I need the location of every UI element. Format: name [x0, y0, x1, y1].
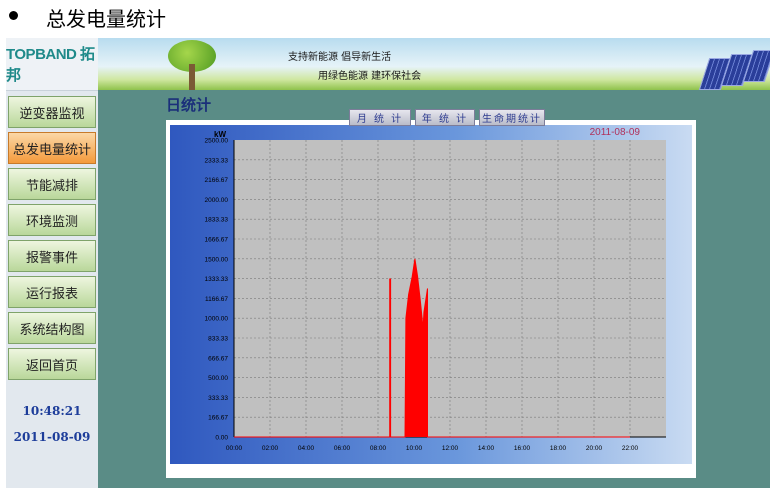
y-tick-label: 1833.33	[205, 217, 229, 224]
heading-text: 总发电量统计	[46, 7, 166, 31]
y-tick-label: 500.00	[208, 375, 228, 382]
y-tick-label: 0.00	[215, 435, 228, 442]
nav-item-total-generation[interactable]: 总发电量统计	[8, 132, 96, 164]
tab-label: 生命期统计	[482, 114, 542, 125]
page-heading: 总发电量统计	[0, 0, 774, 36]
y-tick-label: 1500.00	[205, 256, 229, 263]
banner-slogan-2: 用绿色能源 建环保社会	[318, 71, 422, 82]
y-tick-label: 833.33	[208, 336, 228, 343]
clock-time: 10:48:21	[22, 404, 82, 418]
bullet-icon	[9, 11, 18, 20]
content-title: 日统计	[166, 96, 212, 114]
clock-date: 2011-08-09	[13, 430, 91, 444]
nav-item-label: 运行报表	[25, 286, 78, 302]
x-tick-label: 04:00	[298, 445, 315, 452]
x-tick-label: 22:00	[622, 445, 639, 452]
banner: 支持新能源 倡导新生活 用绿色能源 建环保社会	[98, 38, 770, 90]
nav-item-label: 总发电量统计	[12, 142, 91, 158]
x-tick-label: 14:00	[478, 445, 495, 452]
nav-item-label: 系统结构图	[19, 322, 85, 338]
y-tick-label: 666.67	[208, 355, 228, 362]
tab-label: 年 统 计	[421, 114, 469, 125]
nav-item-home[interactable]: 返回首页	[8, 348, 96, 380]
y-tick-label: 2333.33	[205, 157, 229, 164]
nav-item-label: 节能减排	[25, 178, 78, 194]
y-tick-label: 1000.00	[205, 316, 229, 323]
nav-item-alarm-events[interactable]: 报警事件	[8, 240, 96, 272]
y-tick-label: 2000.00	[205, 197, 229, 204]
y-tick-label: 1166.67	[205, 296, 228, 303]
tab-label: 月 统 计	[356, 114, 404, 125]
y-axis-label: kW	[214, 130, 226, 139]
nav-item-label: 报警事件	[25, 250, 78, 266]
x-tick-label: 16:00	[514, 445, 531, 452]
solar-panel-icon	[698, 50, 770, 90]
tab-month-stats[interactable]: 月 统 计	[349, 109, 411, 126]
nav-item-environment[interactable]: 环境监测	[8, 204, 96, 236]
tab-lifetime-stats[interactable]: 生命期统计	[479, 109, 545, 126]
nav-item-system-diagram[interactable]: 系统结构图	[8, 312, 96, 344]
nav-item-label: 逆变器监视	[19, 106, 85, 122]
nav-item-label: 返回首页	[25, 358, 78, 374]
x-tick-label: 20:00	[586, 445, 603, 452]
logo: TOPBAND 拓邦	[6, 38, 98, 91]
app-window: TOPBAND 拓邦 逆变器监视 总发电量统计 节能减排 环境监测 报警事件 运…	[6, 38, 770, 488]
y-tick-label: 2166.67	[205, 177, 229, 184]
y-tick-label: 166.67	[208, 415, 228, 422]
chart-area: 2011-08-09 2500.00 2333.33 2166.67 2000.00 1…	[170, 125, 692, 464]
x-tick-label: 02:00	[262, 445, 279, 452]
chart-panel: 2011-08-09 2500.00 2333.33 2166.67 2000.00 1…	[166, 120, 696, 478]
x-tick-label: 00:00	[226, 445, 243, 452]
y-tick-label: 1666.67	[205, 236, 229, 243]
x-tick-label: 18:00	[550, 445, 567, 452]
x-tick-label: 08:00	[370, 445, 387, 452]
nav-item-inverter-monitor[interactable]: 逆变器监视	[8, 96, 96, 128]
nav-item-label: 环境监测	[25, 214, 78, 230]
sidebar: TOPBAND 拓邦 逆变器监视 总发电量统计 节能减排 环境监测 报警事件 运…	[6, 38, 98, 488]
daily-generation-chart: 2500.002333.332166.672000.001833.331666.…	[205, 130, 666, 452]
logo-text: TOPBAND 拓邦	[6, 46, 95, 84]
y-tick-label: 1333.33	[205, 276, 229, 283]
y-tick-label: 333.33	[208, 395, 228, 402]
x-tick-label: 06:00	[334, 445, 351, 452]
x-tick-label: 12:00	[442, 445, 459, 452]
chart-date: 2011-08-09	[589, 127, 640, 138]
banner-slogan-1: 支持新能源 倡导新生活	[288, 52, 392, 63]
x-tick-label: 10:00	[406, 445, 423, 452]
nav-item-run-report[interactable]: 运行报表	[8, 276, 96, 308]
tab-year-stats[interactable]: 年 统 计	[415, 109, 475, 126]
stat-tabs: 月 统 计 年 统 计 生命期统计	[349, 109, 549, 126]
nav-item-energy-saving[interactable]: 节能减排	[8, 168, 96, 200]
tree-trunk-icon	[189, 64, 195, 90]
